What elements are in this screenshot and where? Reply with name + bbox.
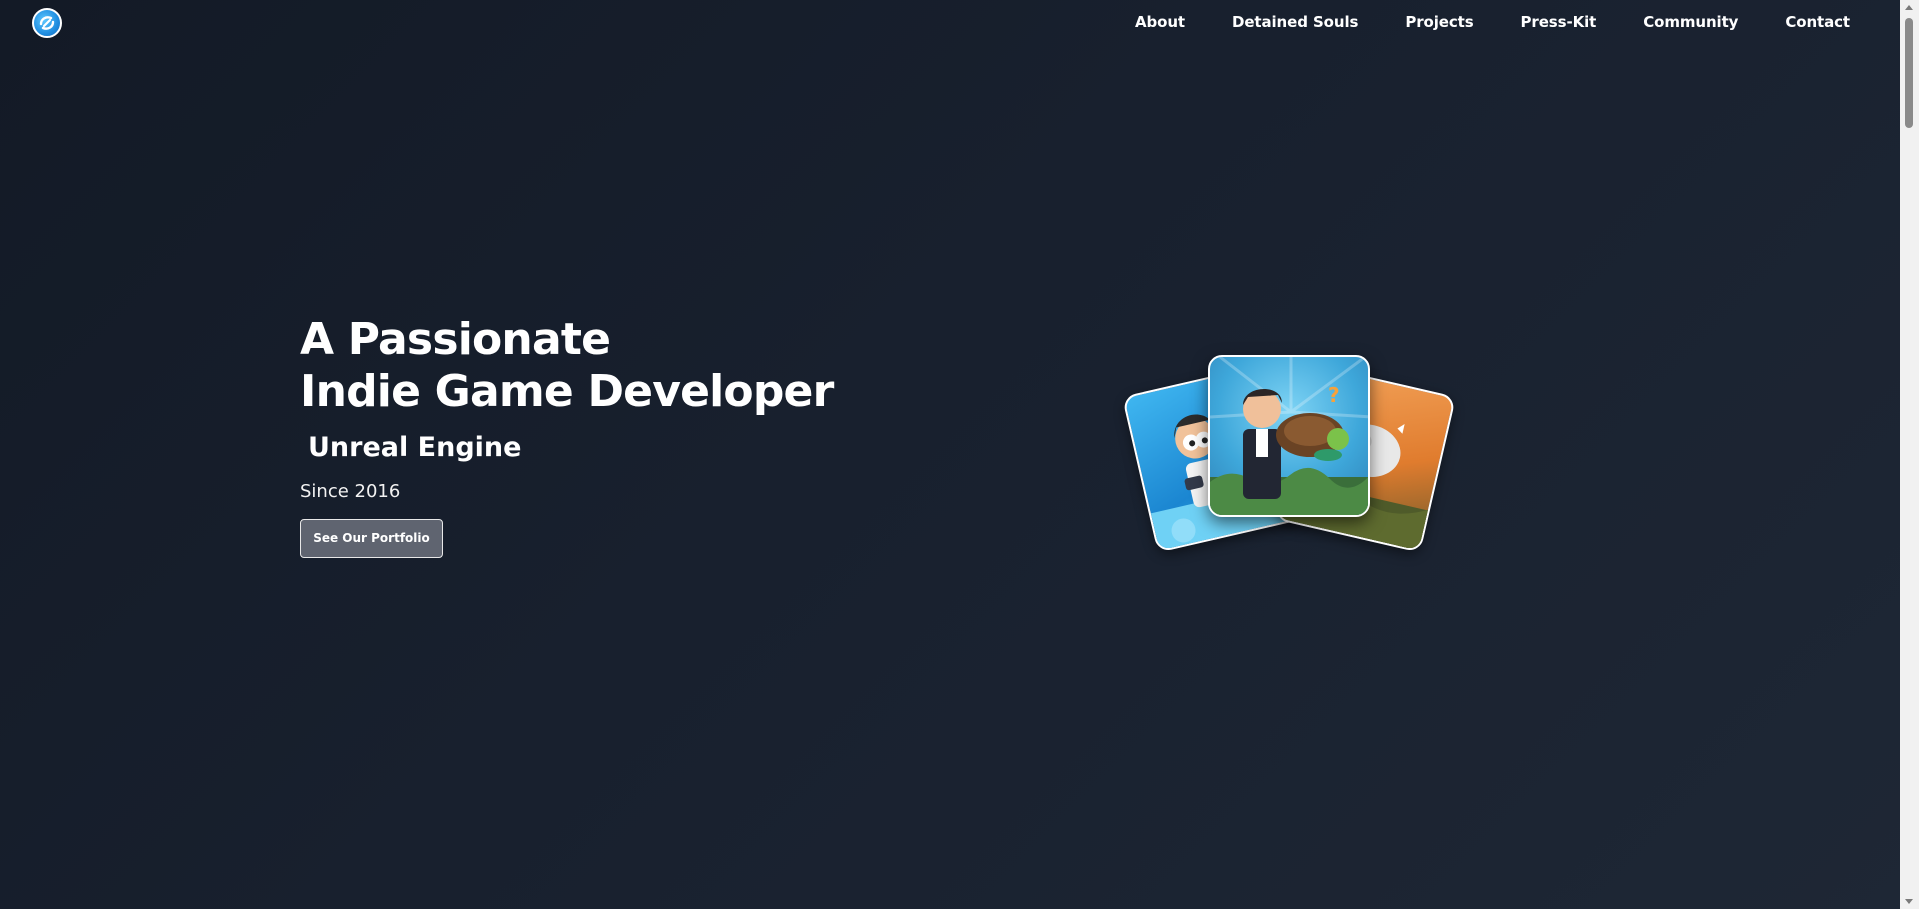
studio-logo-icon[interactable] xyxy=(32,8,62,38)
nav-contact[interactable]: Contact xyxy=(1785,13,1850,31)
nav-press-kit[interactable]: Press-Kit xyxy=(1521,13,1597,31)
site-header: About Detained Souls Projects Press-Kit … xyxy=(0,0,1900,46)
scroll-up-arrow-icon[interactable] xyxy=(1905,5,1913,10)
page-scrollbar[interactable] xyxy=(1900,0,1919,909)
nav-projects[interactable]: Projects xyxy=(1405,13,1473,31)
hero-section: A Passionate Indie Game Developer Unreal… xyxy=(300,314,900,558)
scroll-thumb[interactable] xyxy=(1905,18,1913,128)
scroll-down-arrow-icon[interactable] xyxy=(1905,899,1913,904)
svg-text:?: ? xyxy=(1328,383,1340,407)
hero-title-line2: Indie Game Developer xyxy=(300,366,834,417)
main-nav: About Detained Souls Projects Press-Kit … xyxy=(1088,13,1850,31)
hero-title: A Passionate Indie Game Developer xyxy=(300,314,900,418)
see-portfolio-button[interactable]: See Our Portfolio xyxy=(300,519,443,558)
nav-community[interactable]: Community xyxy=(1643,13,1738,31)
center-card: ? xyxy=(1208,355,1370,517)
hero-title-line1: A Passionate xyxy=(300,314,611,365)
nav-detained-souls[interactable]: Detained Souls xyxy=(1232,13,1358,31)
hero-subtitle: Unreal Engine xyxy=(308,432,522,463)
game-cards-illustration: ! ? xyxy=(1120,350,1460,560)
nav-about[interactable]: About xyxy=(1135,13,1185,31)
hero-since: Since 2016 xyxy=(300,481,401,502)
